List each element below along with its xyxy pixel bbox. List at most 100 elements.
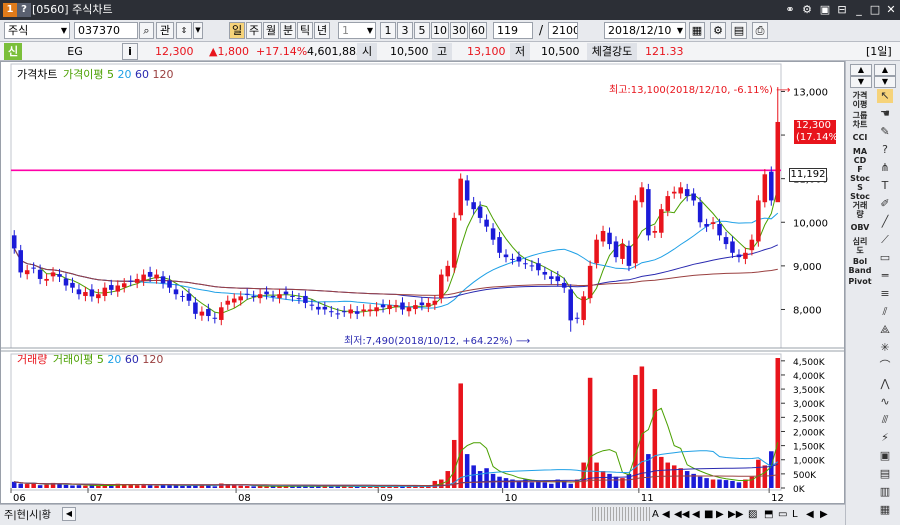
play-icon[interactable]: ▶ (716, 506, 724, 523)
zoom-a-button[interactable]: A (652, 506, 659, 523)
scroll-left-end-icon[interactable]: ◀ (806, 506, 814, 523)
restore-icon[interactable]: ⊟ (835, 3, 849, 17)
indicator-sstoc[interactable]: S Stoc (848, 183, 872, 201)
scroll-right-end-icon[interactable]: ▶ (820, 506, 828, 523)
interval-1[interactable]: 1 (380, 22, 396, 39)
candle-body (594, 239, 599, 264)
stock-code-input[interactable]: 037370 (74, 22, 138, 39)
panel-scroll-down[interactable]: ▼ (850, 76, 872, 88)
zoom-in-icon[interactable]: ◀ (662, 506, 670, 523)
code-history-button[interactable]: ▼ (193, 22, 203, 39)
search-button[interactable]: ⌕ (139, 22, 154, 39)
rewind-icon[interactable]: ◀◀ (674, 506, 689, 523)
view-icon[interactable]: ▭ (778, 506, 787, 523)
info-button[interactable]: i (122, 43, 138, 60)
interval-60[interactable]: 60 (469, 22, 487, 39)
bottom-tabs[interactable]: 주|현|시|황 (4, 507, 51, 524)
minimize-icon[interactable]: _ (852, 3, 866, 17)
count-input[interactable]: 119 (493, 22, 533, 39)
detail-button[interactable]: 관 (156, 22, 174, 39)
chart-canvas[interactable]: 13,00012,00011,00010,0009,0008,0004,500K… (1, 62, 846, 505)
candle-body (568, 289, 573, 321)
chart-mode-icon[interactable]: ▨ (748, 506, 757, 523)
interval-30[interactable]: 30 (450, 22, 468, 39)
expand-icon[interactable]: ⬒ (764, 506, 773, 523)
grid-button[interactable]: ▦ (689, 22, 705, 39)
chart-area[interactable]: 13,00012,00011,00010,0009,0008,0004,500K… (0, 61, 846, 505)
gann-icon[interactable]: ✳ (877, 341, 893, 355)
period-minute[interactable]: 분 (280, 22, 296, 39)
code-stepper[interactable]: ⇕ (176, 22, 192, 39)
eraser-icon[interactable]: ✎ (877, 125, 893, 139)
period-tick[interactable]: 틱 (297, 22, 313, 39)
period-week[interactable]: 주 (246, 22, 262, 39)
maximize-icon[interactable]: □ (868, 3, 882, 17)
volume-tick-label: 4,000K (793, 372, 826, 382)
hline-icon[interactable]: ═ (877, 269, 893, 283)
hand-icon[interactable]: ☚ (877, 107, 893, 121)
interval-10[interactable]: 10 (431, 22, 449, 39)
arc-icon[interactable]: ⌒ (877, 359, 893, 373)
total-count-input[interactable]: 2100 (548, 22, 578, 39)
fast-forward-icon[interactable]: ▶▶ (728, 506, 743, 523)
interval-3[interactable]: 3 (397, 22, 413, 39)
interval-select[interactable]: 1 ▼ (338, 22, 376, 39)
period-day[interactable]: 일 (229, 22, 245, 39)
fan-icon[interactable]: ⟁ (877, 323, 893, 337)
save-button[interactable]: ▤ (731, 22, 747, 39)
ray-line-icon[interactable]: ⟋ (877, 233, 893, 247)
print-button[interactable]: ⎙ (752, 22, 768, 39)
gear-icon: ⚙ (713, 24, 723, 37)
fibonacci-icon[interactable]: ≡ (877, 287, 893, 301)
indicator-obv[interactable]: OBV (848, 223, 872, 232)
indicator-fstoc[interactable]: F Stoc (848, 165, 872, 183)
text-icon[interactable]: T (877, 179, 893, 193)
period-year[interactable]: 년 (314, 22, 330, 39)
help-icon[interactable]: ? (17, 3, 31, 17)
screen-icon[interactable]: ▣ (818, 3, 832, 17)
indicator-volume[interactable]: 거래 량 (848, 201, 872, 219)
rectangle-icon[interactable]: ▭ (877, 251, 893, 265)
indicator-bollinger[interactable]: Bol Band (848, 257, 872, 275)
high-annotation: 최고:13,100(2018/12/10, -6.11%) ⟶ (609, 85, 791, 96)
cursor-icon[interactable]: ↖ (877, 89, 893, 103)
indicator-psycho[interactable]: 심리 도 (848, 237, 872, 255)
indicator-price-ma[interactable]: 가격 이평 (848, 91, 872, 109)
auto-trend-icon[interactable]: ⚡ (877, 431, 893, 445)
bar-chart-icon[interactable]: ▦ (877, 503, 893, 517)
magnet-icon[interactable]: ⋔ (877, 161, 893, 175)
chart-type-icon[interactable]: ▥ (877, 485, 893, 499)
panel-collapse-down[interactable]: ▼ (874, 76, 896, 88)
settings-icon[interactable]: ⚙ (800, 3, 814, 17)
tab-scroll-left[interactable]: ◀ (62, 507, 76, 521)
candle-body (652, 230, 658, 233)
trendline-icon[interactable]: ╱ (877, 215, 893, 229)
indicator-group-chart[interactable]: 그룹 차트 (848, 111, 872, 129)
link-icon[interactable]: ⚭ (783, 3, 797, 17)
help-icon[interactable]: ? (877, 143, 893, 157)
market-select[interactable]: 주식 ▼ (4, 22, 70, 39)
config-button[interactable]: ⚙ (710, 22, 726, 39)
indicator-pivot[interactable]: Pivot (848, 277, 872, 286)
panel-scroll-up[interactable]: ▲ (850, 64, 872, 76)
play-back-icon[interactable]: ◀ (692, 506, 700, 523)
speedline-icon[interactable]: ⫻ (877, 413, 893, 427)
panel-collapse-up[interactable]: ▲ (874, 64, 896, 76)
layout-l-icon[interactable]: L (792, 506, 798, 523)
layout-icon[interactable]: ▤ (877, 467, 893, 481)
marker-icon[interactable]: ✐ (877, 197, 893, 211)
indicator-macd[interactable]: MA CD (848, 147, 872, 165)
stop-icon[interactable]: ■ (704, 506, 713, 523)
scroll-track[interactable] (592, 507, 650, 521)
close-icon[interactable]: ✕ (884, 3, 898, 17)
cycle-icon[interactable]: ⋀ (877, 377, 893, 391)
interval-5[interactable]: 5 (414, 22, 430, 39)
period-month[interactable]: 월 (263, 22, 279, 39)
window-icon[interactable]: ▣ (877, 449, 893, 463)
channel-icon[interactable]: ⫽ (877, 305, 893, 319)
indicator-cci[interactable]: CCI (848, 133, 872, 142)
chevron-down-icon: ▼ (366, 26, 373, 35)
date-input[interactable]: 2018/12/10 ▼ (604, 22, 686, 39)
wave-icon[interactable]: ∿ (877, 395, 893, 409)
candle-body (244, 293, 250, 295)
